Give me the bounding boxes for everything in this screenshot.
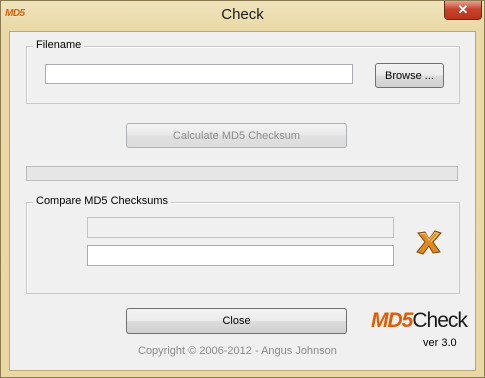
browse-button[interactable]: Browse ... — [375, 63, 444, 88]
dialog-client-area: Filename Browse ... Calculate MD5 Checks… — [9, 31, 476, 371]
window-close-button[interactable]: ✕ — [444, 1, 482, 20]
copyright-text: Copyright © 2006-2012 - Angus Johnson — [138, 345, 337, 357]
md5check-window: MD5 Check ✕ Filename Browse ... Calculat… — [0, 0, 485, 378]
compare-group: Compare MD5 Checksums — [26, 195, 460, 294]
close-button[interactable]: Close — [126, 308, 347, 334]
filename-group: Filename Browse ... — [26, 39, 460, 104]
compare-group-label: Compare MD5 Checksums — [33, 195, 172, 207]
logo-md5-text: MD5 — [371, 309, 413, 332]
calculate-checksum-button[interactable]: Calculate MD5 Checksum — [126, 123, 347, 148]
version-label: ver 3.0 — [423, 337, 457, 349]
window-title: Check — [221, 6, 264, 23]
compare-checksum-input[interactable] — [87, 245, 394, 266]
filename-input[interactable] — [45, 64, 353, 84]
logo-check-text: Check — [412, 309, 468, 332]
progress-bar — [26, 166, 458, 181]
calculated-checksum-field — [87, 217, 394, 238]
filename-group-label: Filename — [33, 39, 85, 51]
title-bar[interactable]: MD5 Check ✕ — [1, 1, 484, 31]
md5check-logo: MD5Check — [371, 309, 468, 333]
x-mismatch-icon — [416, 230, 442, 255]
